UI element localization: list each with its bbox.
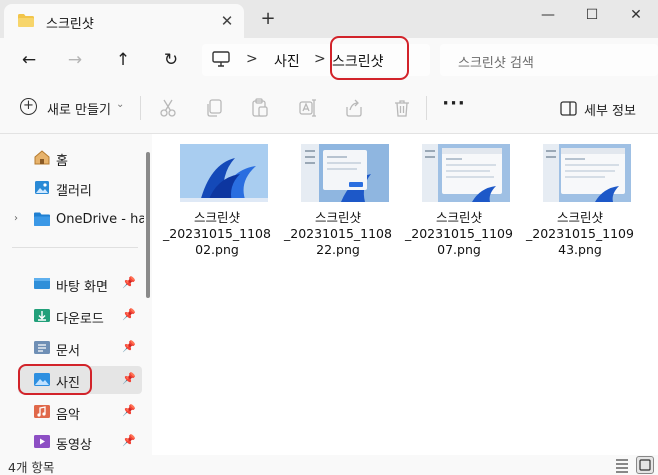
- breadcrumb-separator-icon[interactable]: >: [314, 51, 326, 67]
- cut-icon[interactable]: [158, 98, 178, 118]
- divider: [12, 247, 138, 248]
- more-options-button[interactable]: ···: [442, 94, 466, 118]
- file-item[interactable]: 스크린샷 _20231015_1108 22.png: [283, 144, 393, 264]
- thumbnail-image: [422, 144, 510, 202]
- breadcrumb-separator-icon[interactable]: >: [246, 51, 258, 67]
- onedrive-icon: [34, 212, 50, 226]
- tab-screenshots[interactable]: 스크린샷 ✕: [4, 4, 244, 38]
- back-button[interactable]: ←: [14, 46, 44, 74]
- search-box[interactable]: 스크린샷 검색: [440, 44, 658, 76]
- search-input[interactable]: 스크린샷 검색: [458, 52, 534, 71]
- address-bar[interactable]: > 사진 > 스크린샷: [202, 36, 430, 80]
- thumbnail-image: [301, 144, 389, 202]
- sidebar-item-label: 문서: [56, 344, 80, 359]
- music-icon: [34, 405, 50, 418]
- sidebar-item-gallery[interactable]: 갤러리: [18, 174, 142, 202]
- large-icons-view-button[interactable]: [636, 456, 654, 474]
- chevron-down-icon: ⌄: [116, 99, 125, 110]
- highlight-annotation: [18, 364, 92, 395]
- pin-icon: 📌: [122, 308, 136, 321]
- breadcrumb-photos[interactable]: 사진: [274, 51, 300, 71]
- sidebar-item-home[interactable]: 홈: [18, 144, 142, 172]
- sidebar-item-onedrive[interactable]: › OneDrive - hans: [14, 206, 144, 234]
- pin-icon: 📌: [122, 340, 136, 353]
- sidebar-item-label: 홈: [56, 154, 68, 169]
- pin-icon: 📌: [122, 434, 136, 447]
- tab-title: 스크린샷: [46, 17, 94, 32]
- file-list: 스크린샷 _20231015_1108 02.png 스크린샷 _2023101…: [152, 134, 658, 455]
- sidebar-item-label: 갤러리: [56, 184, 92, 199]
- pin-icon: 📌: [122, 276, 136, 289]
- chevron-right-icon[interactable]: ›: [14, 213, 18, 224]
- sidebar-item-desktop[interactable]: 바탕 화면 📌: [18, 270, 142, 298]
- plus-icon: +: [20, 98, 37, 115]
- file-name: 스크린샷 _20231015_1108 02.png: [163, 210, 271, 257]
- new-button-label: 새로 만들기: [47, 103, 111, 118]
- details-pane-icon: [560, 101, 577, 116]
- share-icon[interactable]: [344, 98, 364, 118]
- documents-icon: [34, 341, 50, 354]
- gallery-icon: [35, 181, 49, 194]
- minimize-button[interactable]: —: [526, 2, 570, 28]
- highlight-annotation: [330, 36, 409, 80]
- sidebar-scrollbar[interactable]: [146, 152, 150, 298]
- navigation-bar: ← → ↑ ↻ > 사진 > 스크린샷 스크린샷 검색: [0, 36, 658, 82]
- download-icon: [34, 309, 50, 322]
- paste-icon[interactable]: [250, 98, 270, 118]
- videos-icon: [34, 435, 50, 448]
- sidebar-item-downloads[interactable]: 다운로드 📌: [18, 302, 142, 330]
- forward-button[interactable]: →: [60, 46, 90, 74]
- up-button[interactable]: ↑: [108, 46, 138, 74]
- file-name: 스크린샷 _20231015_1108 22.png: [284, 210, 392, 257]
- pin-icon: 📌: [122, 372, 136, 385]
- file-item[interactable]: 스크린샷 _20231015_1109 43.png: [525, 144, 635, 264]
- sidebar-item-label: OneDrive - hans: [56, 212, 144, 227]
- title-bar: 스크린샷 ✕ + — ☐ ✕: [0, 0, 658, 38]
- status-bar: 4개 항목: [0, 455, 658, 475]
- divider: [140, 96, 141, 120]
- tiles-view-icon: [639, 459, 651, 471]
- folder-icon: [18, 14, 34, 27]
- pin-icon: 📌: [122, 404, 136, 417]
- sidebar-item-label: 다운로드: [56, 312, 104, 327]
- thumbnail-image: [543, 144, 631, 202]
- sidebar-item-label: 음악: [56, 408, 80, 423]
- thumbnail-image: [180, 144, 268, 202]
- file-item[interactable]: 스크린샷 _20231015_1109 07.png: [404, 144, 514, 264]
- refresh-button[interactable]: ↻: [156, 46, 186, 74]
- sidebar-item-label: 동영상: [56, 438, 92, 453]
- details-view-icon[interactable]: [614, 457, 630, 473]
- command-bar: + 새로 만들기 ⌄ ··· 세부 정보: [0, 82, 658, 134]
- new-tab-button[interactable]: +: [256, 8, 280, 30]
- copy-icon[interactable]: [204, 98, 224, 118]
- sidebar-item-videos[interactable]: 동영상 📌: [18, 428, 142, 456]
- sidebar-item-label: 바탕 화면: [56, 280, 108, 295]
- item-count: 4개 항목: [8, 460, 55, 475]
- sidebar-item-music[interactable]: 음악 📌: [18, 398, 142, 426]
- divider: [426, 96, 427, 120]
- file-item[interactable]: 스크린샷 _20231015_1108 02.png: [162, 144, 272, 264]
- monitor-icon[interactable]: [212, 51, 230, 67]
- delete-icon[interactable]: [392, 98, 412, 118]
- navigation-pane: 홈 갤러리 › OneDrive - hans 바탕 화면 📌 다운로드 📌: [0, 134, 152, 455]
- close-window-button[interactable]: ✕: [614, 2, 658, 28]
- file-name: 스크린샷 _20231015_1109 07.png: [405, 210, 513, 257]
- home-icon: [34, 150, 50, 165]
- maximize-button[interactable]: ☐: [570, 2, 614, 28]
- file-name: 스크린샷 _20231015_1109 43.png: [526, 210, 634, 257]
- tab-close-icon[interactable]: ✕: [216, 10, 238, 32]
- sidebar-item-documents[interactable]: 문서 📌: [18, 334, 142, 362]
- desktop-icon: [34, 278, 50, 289]
- details-button-label: 세부 정보: [584, 104, 636, 119]
- rename-icon[interactable]: [298, 98, 318, 118]
